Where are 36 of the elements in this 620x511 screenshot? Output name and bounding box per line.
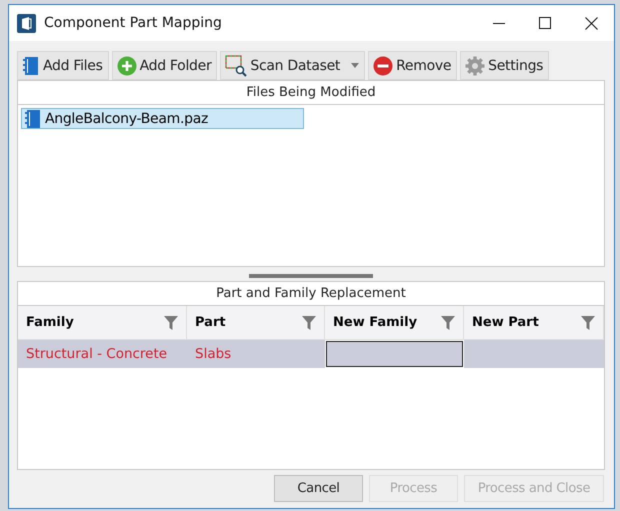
column-title: Part: [195, 315, 226, 330]
column-title: New Part: [472, 315, 539, 330]
toolbar-button[interactable]: Settings: [460, 51, 550, 80]
column-title: New Family: [333, 315, 418, 330]
column-header[interactable]: New Family: [325, 306, 464, 340]
toolbar-button[interactable]: Add Folder: [112, 51, 218, 80]
remove-icon: [373, 56, 394, 76]
table-cell: Structural - Concrete: [18, 340, 187, 368]
file-item[interactable]: AngleBalcony-Beam.paz: [21, 108, 304, 129]
column-header[interactable]: Part: [187, 306, 325, 340]
toolbar-button[interactable]: Remove: [368, 51, 458, 80]
gear-icon: [465, 56, 486, 76]
app-icon: [17, 14, 36, 32]
close-icon: [584, 16, 598, 30]
column-header[interactable]: New Part: [464, 306, 604, 340]
cell-editor[interactable]: [326, 341, 463, 367]
file-icon: [22, 56, 40, 76]
filter-icon[interactable]: [302, 316, 316, 330]
toolbar-button[interactable]: Add Files: [17, 51, 109, 80]
column-title: Family: [26, 315, 74, 330]
table-cell: Slabs: [187, 340, 325, 368]
scan-icon: [225, 54, 248, 76]
minimize-icon: [493, 22, 505, 24]
panel-header: Files Being Modified: [18, 81, 604, 105]
filter-icon[interactable]: [581, 316, 595, 330]
filter-icon[interactable]: [164, 316, 178, 330]
column-header[interactable]: Family: [18, 306, 187, 340]
maximize-icon: [539, 17, 551, 29]
file-name: AngleBalcony-Beam.paz: [45, 110, 208, 126]
dialog-button[interactable]: Cancel: [274, 475, 363, 502]
plus-icon: [116, 56, 137, 76]
window-title: Component Part Mapping: [44, 15, 223, 31]
toolbar-button[interactable]: Scan Dataset: [220, 51, 366, 80]
file-icon: [24, 108, 42, 128]
splitter-handle[interactable]: [249, 274, 373, 278]
filter-icon[interactable]: [441, 316, 455, 330]
